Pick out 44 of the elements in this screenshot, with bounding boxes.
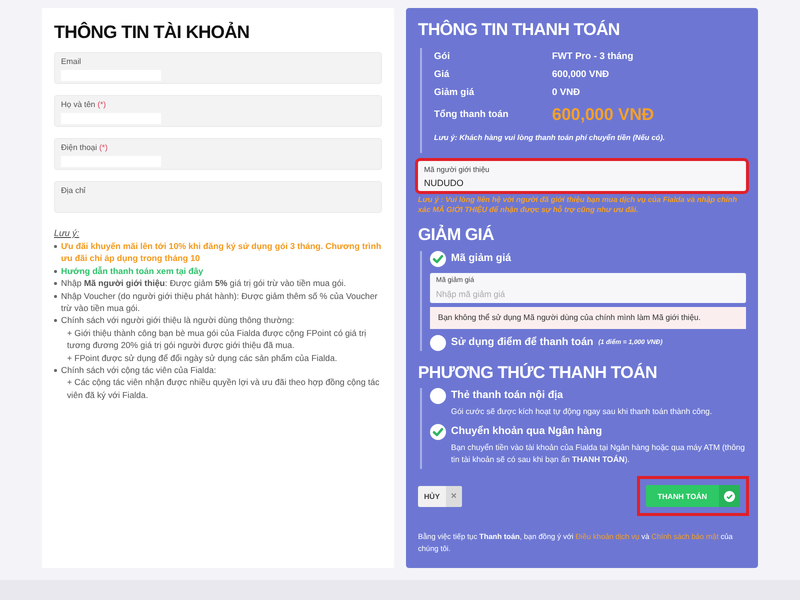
bullet-icon: [54, 294, 57, 298]
note-text: Ưu đãi khuyến mãi lên tới 10% khi đăng ký sử dụng gói 3 tháng. Chương trình ưu đãi chỉ áp dụng trong tháng 10: [61, 240, 382, 265]
option-label[interactable]: Chuyển khoản qua Ngân hàng: [451, 424, 602, 440]
bullet-icon: [54, 282, 57, 286]
bullet-icon: [54, 270, 57, 273]
row-label: Giá: [434, 68, 450, 82]
note-text: + Giới thiệu thành công bạn bè mua gói của Fialda được cộng FPoint có giá trị tương đương 20% giá trị gói người được giới thiệu đã mua.: [66, 326, 368, 352]
checked-radio-icon[interactable]: [430, 251, 446, 268]
note-text: Chính sách với người giới thiệu là người dùng thông thường:: [61, 314, 296, 327]
note-text: + Các cộng tác viên nhận được nhiều quyền lợi và ưu đãi theo hợp đồng cộng tác viên đã ký với Fialda.: [66, 376, 380, 402]
check-icon: [724, 490, 735, 502]
row-value: FWT Pro - 3 tháng: [552, 50, 634, 64]
radio-icon[interactable]: [430, 388, 446, 404]
row-value: 600,000 VNĐ: [552, 68, 610, 82]
input-field[interactable]: Họ và tên (*): [54, 95, 382, 127]
row-label: Tổng thanh toán: [434, 108, 510, 122]
option-label[interactable]: Mã giảm giá: [451, 251, 512, 268]
option-description: Bạn chuyển tiền vào tài khoản của Fialda tại Ngân hàng hoặc qua máy ATM (thông tin tài khoản sẽ có sau khi bạn ấn THANH TOÁN).: [450, 442, 746, 466]
input-field[interactable]: Điện thoại (*): [54, 138, 382, 170]
note-text: Chính sách với cộng tác viên của Fialda:: [61, 364, 218, 376]
option-description: Gói cước sẽ được kích hoạt tự động ngay sau khi thanh toán thành công.: [450, 406, 713, 418]
option-label[interactable]: Thẻ thanh toán nội địa: [451, 388, 563, 404]
section-title: THÔNG TIN THANH TOÁN: [418, 20, 621, 40]
note-text: Nhập Voucher (do người giới thiệu phát hành): Được giảm thêm số % của Voucher trừ vào tiền mua gói.: [61, 290, 378, 314]
note-text: Nhập Mã người giới thiệu: Được giảm 5% giá trị gói trừ vào tiền mua gói.: [61, 277, 346, 290]
bullet-icon: [54, 319, 57, 322]
note-text: + FPoint được sử dụng để đổi ngày sử dụng các sản phẩm của Fialda.: [66, 352, 338, 364]
total-amount: 600,000 VNĐ: [552, 104, 654, 126]
row-label: Gói: [434, 50, 451, 64]
alert-message: Bạn không thể sử dụng Mã người dùng của chính mình làm Mã giới thiệu.: [430, 307, 746, 330]
row-value: 0 VNĐ: [552, 86, 580, 100]
checked-radio-icon[interactable]: [430, 424, 446, 440]
bullet-icon: [54, 245, 57, 248]
guide-link[interactable]: Hướng dẫn thanh toán xem tại đây: [61, 264, 204, 278]
input-field[interactable]: Email: [54, 52, 382, 84]
notes-title: Lưu ý:: [54, 227, 80, 239]
section-title: PHƯƠNG THỨC THANH TOÁN: [418, 363, 658, 384]
radio-icon[interactable]: [430, 335, 446, 352]
textarea-field[interactable]: Địa chỉ: [54, 181, 382, 213]
bullet-icon: [54, 369, 57, 372]
section-title: THÔNG TIN TÀI KHOẢN: [54, 22, 250, 42]
section-title: GIẢM GIÁ: [418, 225, 495, 246]
option-label[interactable]: Sử dụng điểm để thanh toán: [451, 335, 594, 352]
row-label: Giảm giá: [434, 86, 476, 100]
